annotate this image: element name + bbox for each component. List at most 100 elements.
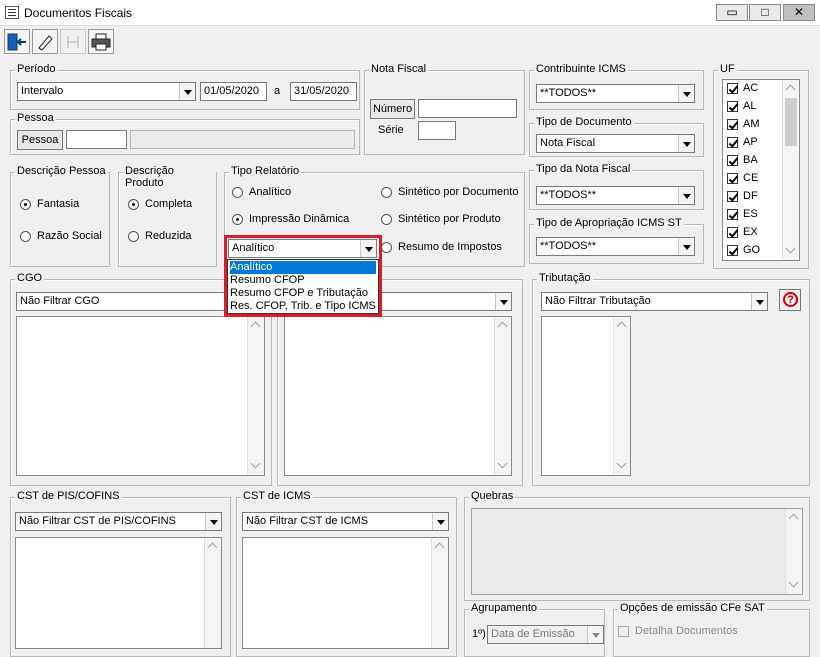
tributacao-list[interactable]	[541, 316, 631, 476]
uf-checkbox-ac[interactable]	[727, 83, 738, 94]
uf-checkbox-ex[interactable]	[727, 227, 738, 238]
radio-razao-social[interactable]	[20, 231, 31, 242]
save-button[interactable]	[60, 29, 86, 54]
cst-pis-select[interactable]: Não Filtrar CST de PIS/COFINS	[15, 512, 222, 531]
radio-analitico[interactable]	[232, 187, 243, 198]
uf-label: GO	[743, 244, 761, 256]
close-button[interactable]: ✕	[783, 4, 815, 21]
numero-button[interactable]: Número	[370, 99, 415, 119]
uf-label: AC	[743, 82, 759, 94]
contribuinte-select[interactable]: **TODOS**	[536, 84, 695, 103]
periodo-type-value: Intervalo	[21, 85, 64, 97]
tributacao-value: Não Filtrar Tributação	[545, 295, 651, 307]
detalha-documentos-checkbox[interactable]	[618, 626, 629, 637]
quebras-scrollbar[interactable]	[785, 509, 802, 594]
radio-sintetico-produto-label: Sintético por Produto	[398, 213, 501, 225]
uf-checkbox-al[interactable]	[727, 101, 738, 112]
cst-pis-scrollbar[interactable]	[204, 538, 221, 648]
cst-icms-scrollbar[interactable]	[431, 538, 448, 648]
cgo-list[interactable]	[16, 316, 265, 476]
periodo-type-select[interactable]: Intervalo	[17, 82, 196, 101]
tributacao-select[interactable]: Não Filtrar Tributação	[541, 292, 768, 311]
chevron-down-icon	[179, 83, 195, 100]
scroll-down-icon	[250, 458, 261, 469]
tipo-nota-select[interactable]: **TODOS**	[536, 186, 695, 205]
tributacao-scrollbar[interactable]	[613, 317, 630, 475]
scroll-down-icon	[616, 458, 627, 469]
radio-completa[interactable]	[128, 199, 139, 210]
quebras-list[interactable]	[471, 508, 803, 595]
radio-analitico-label: Analítico	[249, 186, 292, 198]
exit-button[interactable]	[4, 29, 30, 54]
contribuinte-legend: Contribuinte ICMS	[534, 63, 628, 75]
radio-fantasia[interactable]	[20, 199, 31, 210]
help-icon: ?	[783, 292, 798, 307]
radio-reduzida[interactable]	[128, 231, 139, 242]
apropriacao-select[interactable]: **TODOS**	[536, 237, 695, 256]
scroll-thumb[interactable]	[785, 98, 797, 146]
pessoa-code-field[interactable]	[66, 130, 127, 149]
serie-field[interactable]	[418, 121, 456, 140]
pessoa-name-field	[130, 130, 355, 149]
chevron-down-icon	[205, 513, 221, 530]
middle-scrollbar[interactable]	[494, 317, 511, 475]
quebras-legend: Quebras	[469, 490, 516, 502]
tipo-nota-legend: Tipo da Nota Fiscal	[534, 163, 633, 175]
agrupamento-select[interactable]: Data de Emissão	[487, 625, 604, 644]
uf-label: BA	[743, 154, 758, 166]
nota-fiscal-legend: Nota Fiscal	[369, 63, 429, 75]
uf-checkbox-go[interactable]	[727, 245, 738, 256]
restore-button[interactable]: □	[749, 4, 781, 21]
uf-checkbox-ap[interactable]	[727, 137, 738, 148]
scroll-up-icon	[434, 542, 445, 553]
toolbar	[0, 27, 820, 57]
periodo-end-field[interactable]: 31/05/2020	[290, 82, 357, 101]
cst-pis-list[interactable]	[15, 537, 222, 649]
app-icon	[5, 6, 19, 19]
cst-pis-value: Não Filtrar CST de PIS/COFINS	[19, 515, 176, 527]
middle-filter-list[interactable]	[284, 316, 512, 476]
radio-resumo-impostos[interactable]	[381, 242, 392, 253]
cgo-scrollbar[interactable]	[247, 317, 264, 475]
tipo-documento-value: Nota Fiscal	[540, 137, 596, 149]
periodo-start-field[interactable]: 01/05/2020	[200, 82, 267, 101]
contribuinte-value: **TODOS**	[540, 87, 597, 99]
clear-button[interactable]	[32, 29, 58, 54]
radio-sintetico-documento[interactable]	[381, 187, 392, 198]
scroll-up-icon	[788, 513, 799, 524]
numero-field[interactable]	[418, 99, 517, 118]
scroll-down-icon	[788, 577, 799, 588]
serie-label: Série	[378, 124, 404, 136]
tributacao-legend: Tributação	[537, 272, 593, 284]
radio-sintetico-produto[interactable]	[381, 214, 392, 225]
pessoa-button[interactable]: Pessoa	[17, 130, 63, 150]
uf-checkbox-es[interactable]	[727, 209, 738, 220]
title-bar: Documentos Fiscais ▭ □ ✕	[0, 0, 820, 26]
radio-resumo-impostos-label: Resumo de Impostos	[398, 241, 502, 253]
cst-icms-select[interactable]: Não Filtrar CST de ICMS	[242, 512, 449, 531]
uf-scrollbar[interactable]	[782, 80, 799, 260]
pessoa-legend: Pessoa	[15, 112, 56, 124]
uf-checkbox-df[interactable]	[727, 191, 738, 202]
radio-impressao-dinamica[interactable]	[232, 214, 243, 225]
uf-label: AM	[743, 118, 760, 130]
periodo-separator: a	[274, 85, 281, 97]
help-button[interactable]: ?	[779, 289, 801, 311]
save-icon	[67, 35, 79, 48]
tipo-documento-select[interactable]: Nota Fiscal	[536, 134, 695, 153]
uf-checkbox-ba[interactable]	[727, 155, 738, 166]
print-button[interactable]	[88, 29, 114, 54]
uf-checkbox-am[interactable]	[727, 119, 738, 130]
chevron-down-icon	[751, 293, 767, 310]
uf-checkbox-ce[interactable]	[727, 173, 738, 184]
chevron-down-icon	[432, 513, 448, 530]
eraser-icon	[38, 34, 53, 51]
minimize-button[interactable]: ▭	[716, 4, 748, 21]
uf-label: AP	[743, 136, 758, 148]
chevron-down-icon	[678, 85, 694, 102]
apropriacao-legend: Tipo de Apropriação ICMS ST	[534, 217, 684, 229]
agrupamento-legend: Agrupamento	[469, 602, 540, 614]
cgo-value: Não Filtrar CGO	[20, 295, 100, 307]
cst-pis-legend: CST de PIS/COFINS	[15, 490, 122, 502]
cst-icms-list[interactable]	[242, 537, 449, 649]
